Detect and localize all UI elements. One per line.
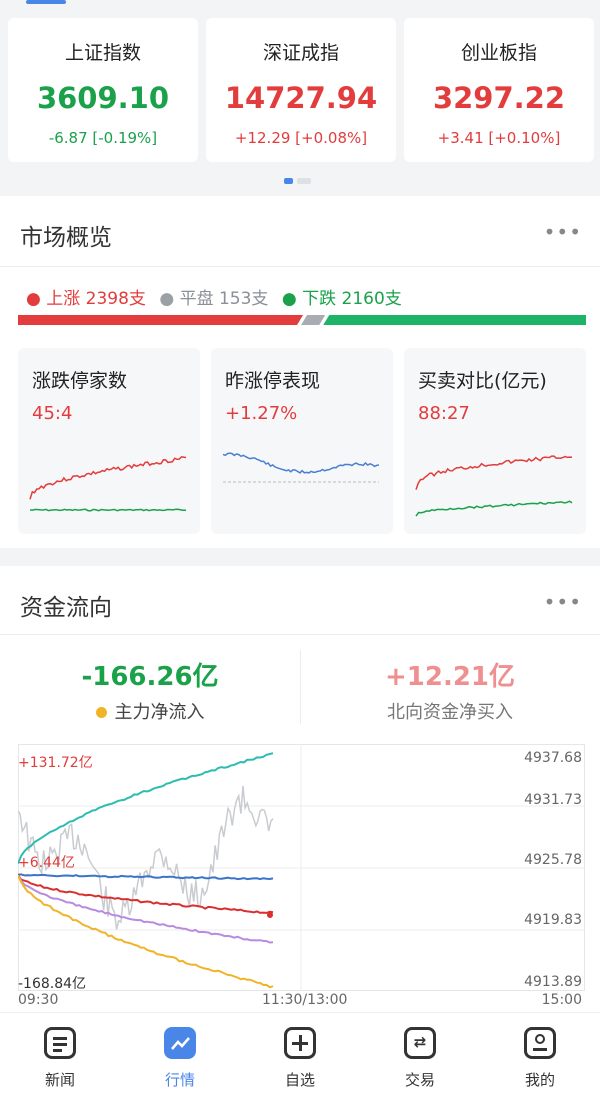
card-value: 45:4: [32, 403, 73, 424]
market-trend-icon: [164, 1027, 196, 1059]
index-price: 14727.94: [224, 81, 378, 115]
nav-trade[interactable]: ⇄ 交易: [380, 1023, 460, 1090]
index-name: 上证指数: [64, 42, 141, 64]
card-title: 涨跌停家数: [32, 370, 128, 392]
flow-line-blue: [18, 873, 274, 881]
carousel-dots: [284, 178, 311, 184]
nav-label: 新闻: [44, 1071, 75, 1089]
nav-label: 自选: [284, 1071, 315, 1089]
index-card-chinext[interactable]: 创业板指 3297.22 +3.41 [+0.10%]: [404, 18, 594, 162]
main-inflow-value: -166.26亿: [81, 662, 219, 692]
nav-profile[interactable]: 我的: [500, 1023, 580, 1090]
news-icon: [44, 1027, 76, 1059]
right-axis-label: 4925.78: [524, 852, 582, 868]
card-value: 88:27: [418, 403, 470, 424]
x-axis-label-midday: 11:30/13:00: [262, 992, 348, 1008]
fall-count-label: 下跌 2160支: [302, 289, 402, 309]
index-change: +12.29 [+0.08%]: [234, 129, 368, 147]
nav-label: 交易: [404, 1071, 435, 1089]
index-card-shanghai[interactable]: 上证指数 3609.10 -6.87 [-0.19%]: [8, 18, 198, 162]
x-axis-label-open: 09:30: [18, 992, 59, 1008]
right-axis-label: 4919.83: [524, 912, 582, 928]
north-inflow-label[interactable]: 北向资金净买入: [300, 698, 600, 724]
breadth-bar-fall: [323, 315, 586, 325]
breadth-legend: ● 上涨 2398支 ● 平盘 153支 ● 下跌 2160支: [26, 284, 402, 309]
divider: [0, 266, 600, 267]
north-inflow-value[interactable]: +12.21亿: [300, 656, 600, 693]
card-title: 买卖对比(亿元): [418, 370, 547, 392]
yesterday-limit-up-sparkline: [222, 452, 380, 483]
main-inflow-label-text: 主力净流入: [114, 702, 205, 723]
index-change: +3.41 [+0.10%]: [437, 129, 561, 147]
top-tab-indicator: [26, 0, 66, 4]
nav-label: 我的: [524, 1071, 555, 1089]
nav-watchlist[interactable]: 自选: [260, 1023, 340, 1090]
flat-dot-icon: ●: [159, 289, 175, 309]
index-card-shenzhen[interactable]: 深证成指 14727.94 +12.29 [+0.08%]: [206, 18, 396, 162]
carousel-dot: [297, 178, 311, 184]
breadth-bar-rise: [18, 315, 304, 325]
current-point: [267, 912, 273, 918]
bottom-nav: 新闻 行情 自选 ⇄ 交易 我的: [0, 1012, 600, 1095]
buy-line: [415, 455, 573, 490]
performance-line: [222, 452, 380, 474]
flow-line-red: [18, 874, 274, 914]
limit-down-line: [29, 508, 187, 512]
rise-dot-icon: ●: [26, 289, 41, 309]
divider: [0, 634, 600, 635]
index-price: 3297.22: [432, 81, 566, 115]
profile-icon: [524, 1027, 556, 1059]
annotation-mid: +6.44亿: [18, 855, 75, 871]
limit-up-line: [29, 456, 187, 500]
limit-updown-sparkline: [29, 456, 187, 512]
right-axis-label: 4913.89: [524, 974, 582, 990]
annotation-low: -168.84亿: [18, 976, 87, 992]
yesterday-limit-up-card[interactable]: 昨涨停表现 +1.27%: [211, 348, 393, 534]
breadth-bar-flat: [301, 315, 326, 325]
add-watchlist-icon: [284, 1027, 316, 1059]
right-axis-label: 4937.68: [524, 750, 582, 766]
buy-sell-sparkline: [415, 455, 573, 517]
index-name: 创业板指: [460, 42, 537, 64]
index-name: 深证成指: [262, 42, 339, 64]
more-icon[interactable]: •••: [544, 590, 582, 614]
annotation-high: +131.72亿: [18, 755, 93, 771]
nav-news[interactable]: 新闻: [20, 1023, 100, 1090]
breadth-bar: [18, 315, 586, 325]
trade-exchange-icon: ⇄: [404, 1027, 436, 1059]
card-value: +1.27%: [225, 403, 298, 424]
buy-sell-ratio-card[interactable]: 买卖对比(亿元) 88:27: [404, 348, 586, 534]
market-overview-title: 市场概览: [20, 225, 112, 251]
fund-flow-chart[interactable]: [18, 744, 586, 994]
sell-line: [415, 500, 573, 517]
limit-updown-card[interactable]: 涨跌停家数 45:4: [18, 348, 200, 534]
main-inflow-line: [18, 874, 274, 989]
nav-market[interactable]: 行情: [140, 1023, 220, 1090]
more-icon[interactable]: •••: [544, 220, 582, 244]
main-inflow-dot-icon: [95, 707, 107, 718]
x-axis-label-close: 15:00: [541, 992, 582, 1008]
index-change: -6.87 [-0.19%]: [48, 129, 158, 147]
rise-count-label: 上涨 2398支: [46, 289, 146, 309]
main-inflow-label: 主力净流入: [0, 698, 300, 724]
fall-dot-icon: ●: [281, 289, 297, 309]
carousel-dot-active: [284, 178, 293, 184]
fund-flow-title: 资金流向: [20, 595, 112, 621]
nav-label: 行情: [164, 1071, 195, 1089]
right-axis-label: 4931.73: [524, 792, 582, 808]
card-title: 昨涨停表现: [225, 370, 321, 392]
flat-count-label: 平盘 153支: [179, 289, 269, 309]
index-price: 3609.10: [36, 81, 170, 115]
